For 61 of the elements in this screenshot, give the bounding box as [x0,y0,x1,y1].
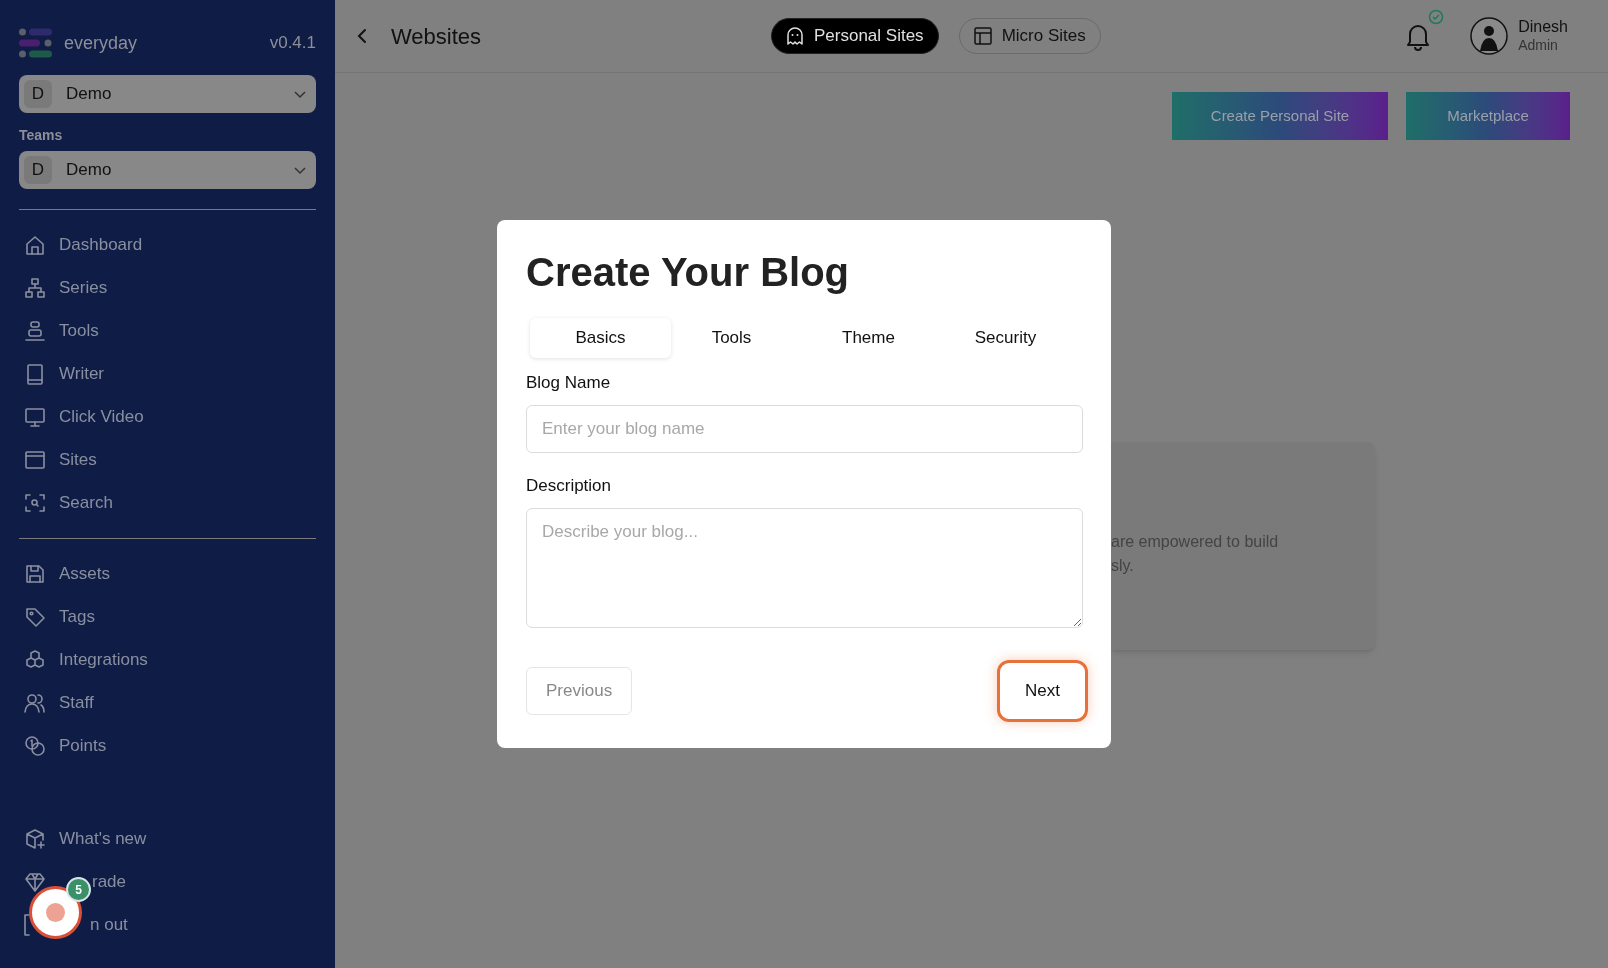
user-role: Admin [1518,37,1559,55]
browser-window-icon [24,448,46,471]
package-plus-icon [24,827,46,850]
dialog-tab[interactable]: Security [937,318,1074,358]
logo-icon [19,28,52,58]
stack-icon [24,319,46,342]
field-label: Description [526,475,613,497]
scan-search-icon [24,491,46,514]
version-label: v0.4.1 [269,32,316,55]
cubes-icon [24,648,46,671]
home-icon [24,233,46,256]
nav-item[interactable]: Integrations [59,646,148,673]
nav-item[interactable]: Staff [59,689,94,716]
chevron-down-icon [293,165,307,175]
workspace-dropdown[interactable]: D Demo [19,75,316,113]
description-field[interactable]: Describe your blog... [526,508,1083,628]
book-icon [24,362,46,385]
ghost-icon [786,26,804,46]
avatar-icon[interactable] [1470,17,1509,55]
dropdown-value: Demo [66,159,113,182]
tag-icon [24,605,46,628]
team-dropdown[interactable]: D Demo [19,151,316,189]
diamond-icon [24,870,46,893]
hierarchy-icon [24,276,46,299]
nav-item[interactable]: n out [90,911,128,938]
layout-icon [973,27,992,45]
nav-item[interactable]: Sites [59,446,97,473]
nav-item[interactable]: Tools [59,317,99,344]
nav-item[interactable]: Click Video [59,403,144,430]
nav-item[interactable]: rade [92,868,127,895]
initial-avatar: D [24,156,52,184]
field-label: Blog Name [526,372,612,394]
nav-item[interactable]: Tags [59,603,95,630]
nav-item[interactable]: Search [59,489,113,516]
nav-item[interactable]: Assets [59,560,111,587]
bracket-icon [24,913,30,936]
people-icon [24,691,46,714]
dialog-title: Create Your Blog [526,249,851,296]
monitor-icon [24,405,46,428]
view-tab[interactable]: Personal Sites [771,18,939,54]
nav-item[interactable]: Points [59,732,107,759]
page-title: Websites [391,22,483,51]
dropdown-value: Demo [66,83,113,106]
next-button[interactable]: Next [997,660,1088,722]
check-badge-icon [1428,9,1445,25]
user-name: Dinesh [1518,17,1568,38]
nav-item[interactable]: What's new [59,825,147,852]
nav-item[interactable]: Series [59,274,108,301]
chevron-down-icon [293,89,307,99]
input-field[interactable]: Enter your blog name [526,405,1083,453]
logo-text: everyday [64,31,138,55]
dialog-tab[interactable]: Theme [800,318,937,358]
nav-item[interactable]: Writer [59,360,104,387]
dialog-tab[interactable]: Basics [530,318,671,358]
initial-avatar: D [24,80,52,108]
marketplace-button[interactable]: Marketplace [1406,92,1570,140]
create-site-button[interactable]: Create Personal Site [1172,92,1388,140]
section-label: Teams [19,126,64,145]
nav-item[interactable]: Dashboard [59,231,143,258]
previous-button[interactable]: Previous [526,667,633,715]
coins-icon [24,734,46,757]
